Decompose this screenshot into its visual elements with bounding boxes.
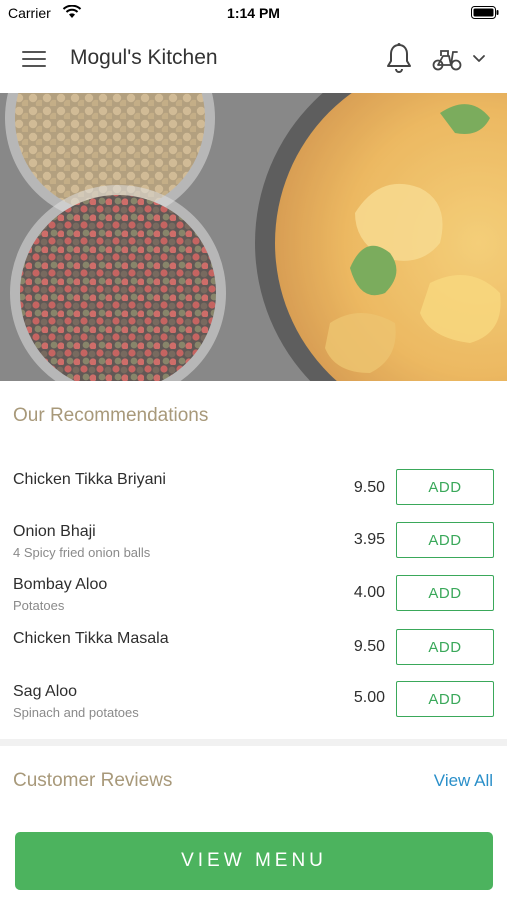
menu-item-row: Chicken Tikka Masala 9.50 ADD <box>0 629 507 682</box>
menu-item-name: Chicken Tikka Masala <box>13 630 169 647</box>
add-button[interactable]: ADD <box>396 469 494 505</box>
menu-item-row: Sag Aloo Spinach and potatoes 5.00 ADD <box>0 681 507 735</box>
status-bar: Carrier 1:14 PM <box>0 0 507 26</box>
menu-icon[interactable] <box>22 49 48 69</box>
menu-item-description: Spinach and potatoes <box>13 705 139 720</box>
battery-icon <box>471 6 499 19</box>
add-button[interactable]: ADD <box>396 575 494 611</box>
menu-item-price: 9.50 <box>353 479 385 496</box>
add-button[interactable]: ADD <box>396 522 494 558</box>
menu-item-name: Onion Bhaji <box>13 523 96 540</box>
reviews-heading: Customer Reviews <box>13 770 173 791</box>
menu-item-row: Chicken Tikka Briyani 9.50 ADD <box>0 469 507 523</box>
menu-item-row: Bombay Aloo Potatoes 4.00 ADD <box>0 575 507 628</box>
recommendations-heading: Our Recommendations <box>13 405 209 426</box>
menu-item-price: 4.00 <box>353 584 385 601</box>
menu-item-name: Sag Aloo <box>13 683 78 700</box>
restaurant-title: Mogul's Kitchen <box>70 46 218 69</box>
menu-item-description: 4 Spicy fried onion balls <box>13 545 151 560</box>
app-header: Mogul's Kitchen <box>0 26 507 93</box>
menu-item-description: Potatoes <box>13 598 65 613</box>
bell-icon[interactable] <box>385 42 413 74</box>
menu-item-name: Bombay Aloo <box>13 576 108 593</box>
view-all-reviews-link[interactable]: View All <box>434 771 493 791</box>
add-button[interactable]: ADD <box>396 629 494 665</box>
menu-item-row: Onion Bhaji 4 Spicy fried onion balls 3.… <box>0 522 507 575</box>
menu-item-name: Chicken Tikka Briyani <box>13 471 166 488</box>
menu-item-price: 9.50 <box>353 638 385 655</box>
section-divider <box>0 739 507 746</box>
add-button[interactable]: ADD <box>396 681 494 717</box>
menu-item-price: 5.00 <box>353 689 385 706</box>
chevron-down-icon[interactable] <box>472 53 486 65</box>
menu-item-price: 3.95 <box>353 531 385 548</box>
view-menu-button[interactable]: VIEW MENU <box>15 832 493 890</box>
clock: 1:14 PM <box>227 5 280 21</box>
hero-food-image <box>0 93 507 381</box>
delivery-scooter-icon[interactable] <box>431 46 463 72</box>
